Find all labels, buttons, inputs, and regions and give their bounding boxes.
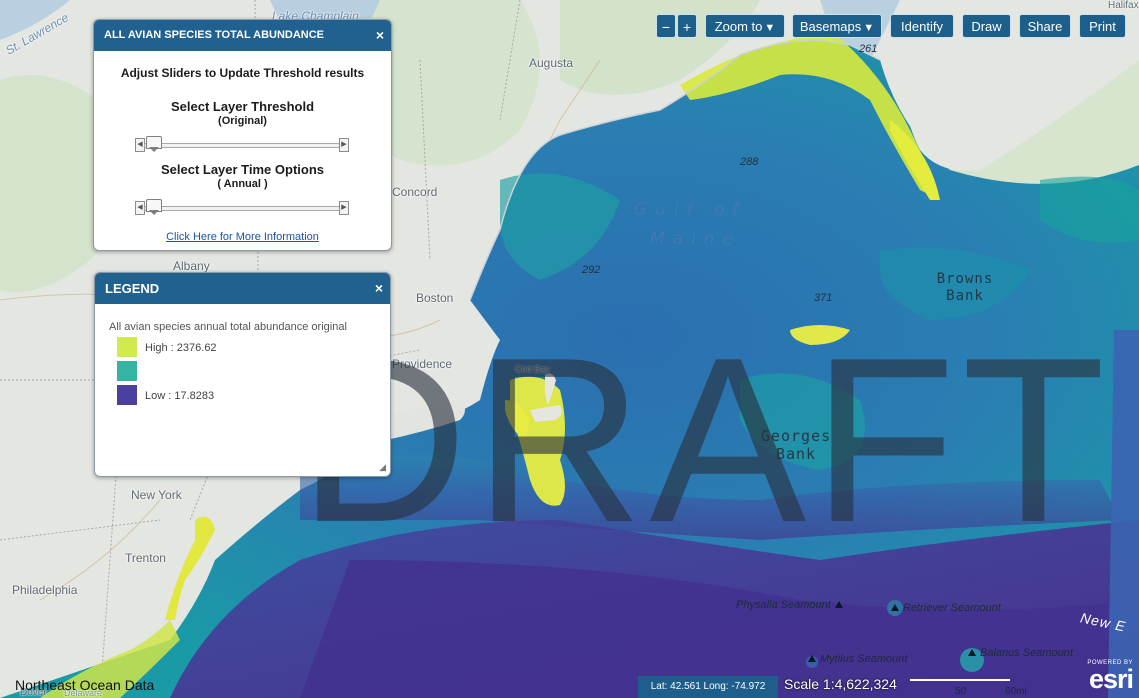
zoom-out-button[interactable]: − bbox=[656, 14, 676, 38]
place-label-halifax: Halifax bbox=[1108, 0, 1139, 11]
slider-track[interactable] bbox=[144, 206, 340, 211]
zoom-in-button[interactable]: + bbox=[677, 14, 697, 38]
close-icon[interactable]: × bbox=[376, 20, 384, 51]
time-options-value: ( Annual ) bbox=[217, 178, 268, 190]
brand-name: Northeast Ocean Data bbox=[15, 677, 155, 693]
legend-swatch-high bbox=[117, 337, 137, 357]
coordinates-readout: Lat: 42.561 Long: -74.972 bbox=[638, 676, 778, 698]
layer-threshold-label: Select Layer Threshold bbox=[170, 99, 315, 114]
gulf-of-maine-label-line1: Gulf of bbox=[634, 200, 747, 220]
slider-handle[interactable] bbox=[146, 199, 162, 215]
print-button[interactable]: Print bbox=[1079, 14, 1126, 38]
depth-label: 371 bbox=[814, 292, 833, 304]
scale-mark-50: 50 bbox=[955, 686, 967, 697]
place-label-trenton: Trenton bbox=[125, 551, 166, 565]
threshold-panel: ALL AVIAN SPECIES TOTAL ABUNDANCE × Adju… bbox=[93, 19, 392, 251]
layer-threshold-value: (Original) bbox=[218, 115, 267, 127]
scale-mark-60mi: 60mi bbox=[1005, 686, 1027, 697]
seamount-label-retriever: Retriever Seamount bbox=[887, 602, 1001, 614]
esri-logo[interactable]: POWERED BY esri bbox=[1071, 660, 1134, 694]
depth-label: 261 bbox=[859, 43, 878, 55]
more-information-link[interactable]: Click Here for More Information bbox=[94, 231, 391, 243]
place-label-augusta: Augusta bbox=[529, 56, 574, 70]
scale-readout: Scale 1:4,622,324 bbox=[784, 676, 897, 692]
seamount-name: Physalia Seamount bbox=[736, 599, 831, 611]
legend-panel: LEGEND × All avian species annual total … bbox=[94, 272, 391, 477]
time-options-slider[interactable]: ◀ ▶ bbox=[135, 199, 349, 215]
zoom-to-label: Zoom to bbox=[714, 19, 763, 34]
legend-label-high: High : 2376.62 bbox=[145, 342, 217, 354]
seamount-triangle-icon bbox=[968, 649, 976, 656]
place-label-new-york: New York bbox=[131, 488, 182, 502]
legend-label-low: Low : 17.8283 bbox=[145, 390, 215, 402]
georges-bank-label: Georges Bank bbox=[760, 427, 832, 463]
place-label-concord: Concord bbox=[392, 185, 438, 199]
legend-swatch-low bbox=[117, 385, 137, 405]
seamount-triangle-icon bbox=[808, 655, 816, 662]
place-label-cod-bay: Cod Bay bbox=[515, 364, 550, 374]
place-label-philadelphia: Philadelphia bbox=[12, 583, 78, 597]
identify-button[interactable]: Identify bbox=[890, 14, 954, 38]
depth-label: 288 bbox=[740, 156, 759, 168]
legend-panel-header: LEGEND × bbox=[95, 273, 390, 304]
time-options-label: Select Layer Time Options bbox=[160, 162, 325, 177]
layer-threshold-slider[interactable]: ◀ ▶ bbox=[135, 136, 349, 152]
threshold-panel-header: ALL AVIAN SPECIES TOTAL ABUNDANCE × bbox=[94, 20, 391, 51]
seamount-label-mytilus: Mytilus Seamount bbox=[804, 653, 907, 665]
browns-bank-label: Browns Bank bbox=[936, 271, 994, 304]
zoom-to-button[interactable]: Zoom to ▼ bbox=[705, 14, 785, 38]
seamount-label-physalia: Physalia Seamount bbox=[736, 599, 847, 611]
seamount-name: Mytilus Seamount bbox=[820, 653, 908, 665]
plus-icon: + bbox=[682, 19, 692, 35]
legend-swatch-mid bbox=[117, 361, 137, 381]
basemaps-label: Basemaps bbox=[799, 19, 862, 34]
caret-down-icon: ▼ bbox=[764, 22, 776, 34]
place-label-boston: Boston bbox=[416, 291, 454, 305]
seamount-label-balanus: Balanus Seamount bbox=[964, 647, 1073, 659]
slider-handle[interactable] bbox=[146, 136, 162, 152]
place-label-albany: Albany bbox=[173, 259, 210, 273]
close-icon[interactable]: × bbox=[375, 273, 383, 304]
gulf-of-maine-label-line2: Maine bbox=[650, 229, 742, 249]
share-button[interactable]: Share bbox=[1019, 14, 1071, 38]
threshold-panel-title: ALL AVIAN SPECIES TOTAL ABUNDANCE bbox=[104, 29, 325, 41]
seamount-triangle-icon bbox=[891, 604, 899, 611]
slider-track[interactable] bbox=[144, 143, 340, 148]
slider-right-arrow-icon[interactable]: ▶ bbox=[339, 201, 349, 215]
seamount-name: Retriever Seamount bbox=[903, 602, 1001, 614]
caret-down-icon: ▼ bbox=[863, 22, 875, 34]
place-label-providence: Providence bbox=[392, 357, 453, 371]
slider-instructions: Adjust Sliders to Update Threshold resul… bbox=[120, 66, 365, 80]
resize-handle-icon[interactable]: ◢ bbox=[379, 462, 386, 473]
draw-button[interactable]: Draw bbox=[962, 14, 1011, 38]
esri-wordmark: esri bbox=[1088, 664, 1134, 694]
seamount-name: Balanus Seamount bbox=[980, 647, 1073, 659]
depth-label: 292 bbox=[582, 264, 601, 276]
scale-bar bbox=[910, 679, 1010, 685]
seamount-triangle-icon bbox=[834, 601, 843, 608]
legend-layer-name: All avian species annual total abundance… bbox=[109, 321, 347, 333]
minus-icon: − bbox=[661, 19, 671, 35]
legend-panel-title: LEGEND bbox=[105, 281, 160, 296]
basemaps-button[interactable]: Basemaps ▼ bbox=[792, 14, 882, 38]
slider-right-arrow-icon[interactable]: ▶ bbox=[339, 138, 349, 152]
